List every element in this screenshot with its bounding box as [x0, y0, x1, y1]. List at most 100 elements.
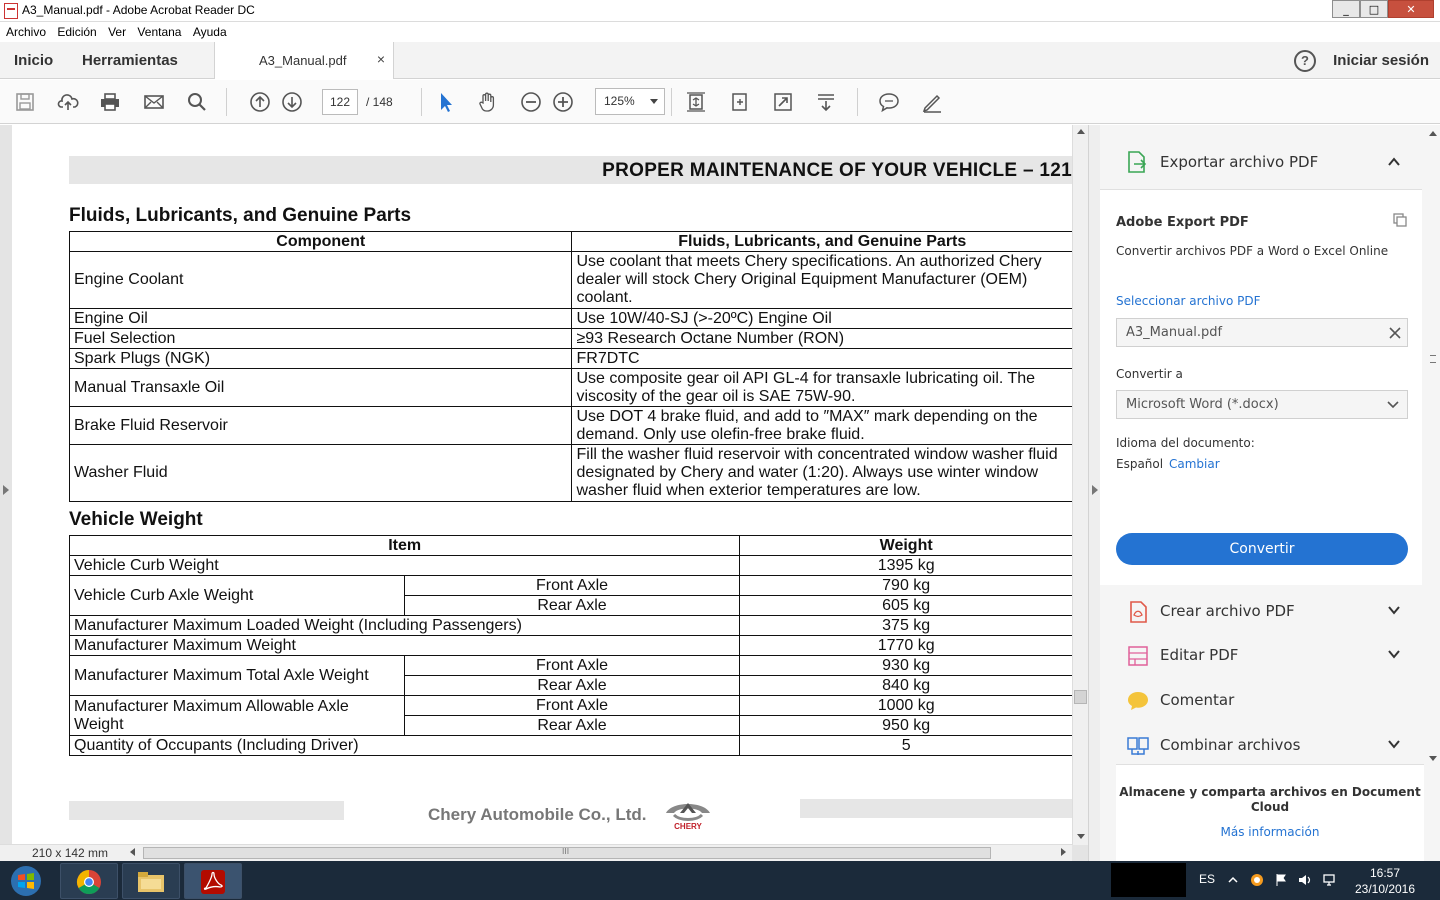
- action-center-flag-icon[interactable]: [1274, 873, 1288, 887]
- page-number-input[interactable]: 122: [322, 89, 358, 115]
- table-cell: Engine Coolant: [68, 251, 573, 309]
- fit-page-icon[interactable]: [684, 90, 708, 114]
- scroll-grip: III: [562, 847, 570, 856]
- keyboard-language[interactable]: ES: [1199, 872, 1215, 886]
- zoom-out-icon[interactable]: [519, 90, 543, 114]
- document-viewport: PROPER MAINTENANCE OF YOUR VEHICLE – 121…: [0, 125, 1100, 861]
- table-cell: Use DOT 4 brake fluid, and add to ″MAX″ …: [571, 406, 1073, 445]
- taskbar-explorer[interactable]: [122, 863, 180, 899]
- table-cell: Front Axle: [403, 695, 741, 716]
- convert-to-select[interactable]: Microsoft Word (*.docx): [1116, 390, 1408, 419]
- help-icon[interactable]: ?: [1294, 50, 1316, 72]
- scroll-mode-icon[interactable]: [814, 90, 838, 114]
- email-icon[interactable]: [142, 90, 166, 114]
- tray-app-icon[interactable]: [1250, 873, 1264, 887]
- horizontal-scroll-thumb[interactable]: III: [143, 847, 991, 859]
- tab-document-label: A3_Manual.pdf: [259, 53, 347, 68]
- tray-blank-area: [1111, 863, 1186, 897]
- left-nav-strip[interactable]: [0, 125, 12, 861]
- previous-page-icon[interactable]: [248, 90, 272, 114]
- minimize-button[interactable]: _: [1332, 0, 1360, 18]
- export-pdf-header[interactable]: Exportar archivo PDF: [1100, 136, 1422, 190]
- clock-time: 16:57: [1369, 866, 1401, 880]
- signin-link[interactable]: Iniciar sesión: [1333, 52, 1429, 69]
- scroll-thumb[interactable]: [1074, 690, 1087, 704]
- table-cell: Manufacturer Maximum Total Axle Weight: [69, 655, 405, 696]
- panel-scroll-grip[interactable]: [1430, 355, 1436, 363]
- taskbar-acrobat[interactable]: [184, 863, 242, 899]
- select-file-label[interactable]: Seleccionar archivo PDF: [1116, 294, 1261, 308]
- taskbar-clock[interactable]: 16:57 23/10/2016: [1350, 865, 1420, 897]
- section-title-weight: Vehicle Weight: [69, 509, 203, 530]
- service-title: Adobe Export PDF: [1116, 215, 1249, 230]
- table-header: Weight: [739, 535, 1073, 556]
- convert-button[interactable]: Convertir: [1116, 533, 1408, 565]
- table-cell: 1395 kg: [739, 555, 1073, 576]
- tab-tools[interactable]: Herramientas: [82, 52, 178, 69]
- sign-pen-icon[interactable]: [920, 90, 944, 114]
- chevron-up-icon[interactable]: [1388, 156, 1400, 168]
- volume-icon[interactable]: [1298, 873, 1312, 887]
- change-language-link[interactable]: Cambiar: [1169, 457, 1220, 471]
- more-info-link[interactable]: Más información: [1116, 825, 1424, 839]
- select-cursor-icon[interactable]: [434, 90, 458, 114]
- tab-document[interactable]: A3_Manual.pdf ×: [214, 42, 394, 79]
- scroll-up-icon[interactable]: [1077, 129, 1085, 134]
- save-icon[interactable]: [13, 90, 37, 114]
- zoom-select[interactable]: 125%: [595, 88, 665, 115]
- tool-comment[interactable]: Comentar: [1100, 679, 1422, 723]
- scroll-left-icon[interactable]: [130, 848, 135, 856]
- hand-tool-icon[interactable]: [476, 90, 500, 114]
- rotate-page-icon[interactable]: [728, 90, 752, 114]
- menu-edicion[interactable]: Edición: [57, 22, 96, 39]
- windows-start-icon[interactable]: [6, 864, 46, 897]
- fullscreen-icon[interactable]: [771, 90, 795, 114]
- menu-ver[interactable]: Ver: [108, 22, 126, 39]
- document-vertical-scrollbar[interactable]: [1072, 125, 1088, 845]
- tool-label: Comentar: [1160, 691, 1235, 709]
- search-icon[interactable]: [185, 90, 209, 114]
- panel-divider[interactable]: [1088, 125, 1100, 861]
- menu-ventana[interactable]: Ventana: [137, 22, 181, 39]
- tool-create-pdf[interactable]: Crear archivo PDF: [1100, 590, 1422, 634]
- selected-file-field[interactable]: A3_Manual.pdf: [1116, 318, 1408, 347]
- maximize-button[interactable]: □: [1360, 0, 1388, 18]
- document-horizontal-scrollbar[interactable]: 210 x 142 mm III: [0, 844, 1072, 861]
- expand-left-icon[interactable]: [3, 485, 9, 495]
- panel-scrollbar[interactable]: [1426, 125, 1440, 765]
- scroll-down-icon[interactable]: [1077, 834, 1085, 839]
- next-page-icon[interactable]: [280, 90, 304, 114]
- tab-home[interactable]: Inicio: [14, 52, 53, 69]
- print-icon[interactable]: [98, 90, 122, 114]
- scroll-right-icon[interactable]: [1061, 848, 1066, 856]
- table-cell: Quantity of Occupants (Including Driver): [68, 735, 741, 756]
- acrobat-app-icon: [4, 3, 18, 19]
- close-tab-icon[interactable]: ×: [377, 51, 385, 67]
- network-icon[interactable]: [1322, 873, 1336, 887]
- page-header-bar: PROPER MAINTENANCE OF YOUR VEHICLE – 121: [69, 156, 1072, 184]
- page-header: PROPER MAINTENANCE OF YOUR VEHICLE – 121: [602, 160, 1072, 181]
- fluids-table: Component Fluids, Lubricants, and Genuine…: [68, 231, 1073, 502]
- services-info-icon[interactable]: [1392, 212, 1408, 228]
- collapse-panel-icon[interactable]: [1092, 485, 1098, 495]
- taskbar-chrome[interactable]: [60, 863, 118, 899]
- table-cell: Washer Fluid: [68, 444, 573, 502]
- comment-icon[interactable]: [877, 90, 901, 114]
- upload-cloud-icon[interactable]: [56, 90, 80, 114]
- zoom-in-icon[interactable]: [551, 90, 575, 114]
- clear-file-icon[interactable]: [1389, 327, 1401, 339]
- table-cell: Manufacturer Maximum Loaded Weight (Incl…: [68, 615, 741, 636]
- panel-scroll-up-icon[interactable]: [1429, 131, 1437, 136]
- table-cell: 930 kg: [739, 655, 1073, 676]
- tool-combine-files[interactable]: Combinar archivos: [1100, 724, 1422, 768]
- show-hidden-icons-icon[interactable]: [1228, 875, 1238, 885]
- table-cell: Rear Axle: [403, 675, 741, 696]
- close-window-button[interactable]: ✕: [1388, 0, 1434, 18]
- table-cell: Manufacturer Maximum Allowable Axle Weig…: [69, 695, 405, 736]
- menu-ayuda[interactable]: Ayuda: [193, 22, 227, 39]
- windows-taskbar: ES 16:57 23/10/2016: [0, 861, 1440, 900]
- table-cell: Rear Axle: [403, 715, 741, 736]
- tool-edit-pdf[interactable]: Editar PDF: [1100, 634, 1422, 678]
- menu-archivo[interactable]: Archivo: [6, 22, 46, 39]
- panel-scroll-down-icon[interactable]: [1429, 756, 1437, 761]
